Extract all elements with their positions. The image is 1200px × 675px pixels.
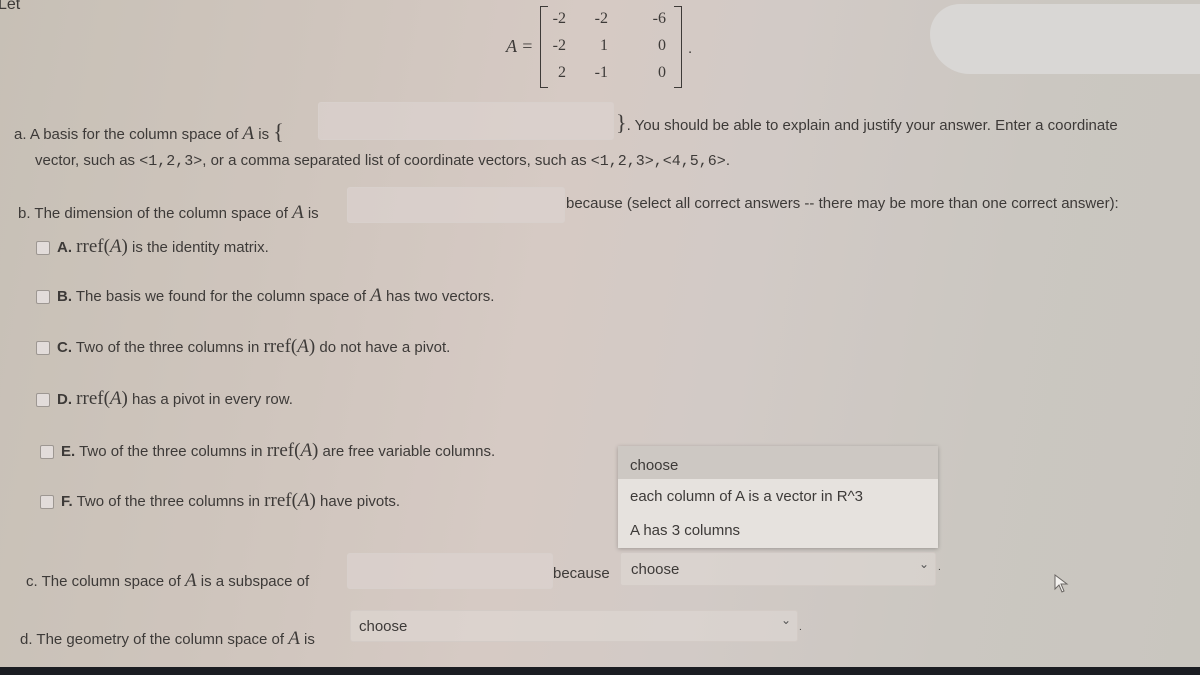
part-c-because: because <box>553 565 610 582</box>
option-letter: F. <box>61 493 73 510</box>
var-A: A <box>184 570 197 591</box>
option-letter: B. <box>57 288 72 305</box>
dimension-input[interactable] <box>347 187 565 223</box>
taskbar-edge <box>0 667 1200 675</box>
example-single-vector: <1,2,3> <box>139 153 203 170</box>
part-c-prefix: c. The column space of <box>26 573 181 590</box>
part-c-suffix: is a subspace of <box>200 573 310 590</box>
part-a-example-line: vector, such as <1,2,3>, or a comma sepa… <box>35 152 730 170</box>
option-text: are free variable columns. <box>318 443 496 460</box>
checkbox-C[interactable] <box>36 341 50 356</box>
matrix-cell: -6 <box>652 10 666 27</box>
part-d-prefix: d. The geometry of the column space of <box>20 631 285 648</box>
part-b-prompt: b. The dimension of the column space of … <box>18 202 319 224</box>
matrix-cell: 0 <box>658 37 666 54</box>
chevron-down-icon: ⌄ <box>780 613 791 627</box>
var-A: A <box>297 336 309 357</box>
part-b-because: because (select all correct answers -- t… <box>566 195 1119 212</box>
option-text: have pivots. <box>315 493 401 510</box>
matrix-cell: -2 <box>552 37 566 54</box>
part-c-trailing: . <box>938 562 941 573</box>
var-A: A <box>292 202 304 223</box>
rref-text: rref( <box>76 388 110 409</box>
rref-text: rref( <box>264 490 298 511</box>
option-A[interactable]: A. rref(A) is the identity matrix. <box>36 236 269 258</box>
option-text: The basis we found for the column space … <box>72 288 371 305</box>
matrix-cell: -2 <box>552 10 566 27</box>
checkbox-A[interactable] <box>36 241 50 256</box>
example-vector-list: <1,2,3>,<4,5,6> <box>590 153 726 170</box>
dropdown-option[interactable]: A has 3 columns <box>630 522 740 539</box>
part-a-suffix: . You should be able to explain and just… <box>626 117 1118 134</box>
rref-text: rref( <box>76 236 110 257</box>
option-letter: A. <box>57 239 72 256</box>
reason-select-value: choose <box>631 561 680 578</box>
option-letter: C. <box>57 339 72 356</box>
option-text: do not have a pivot. <box>315 339 451 356</box>
var-A: A <box>370 285 382 306</box>
option-B[interactable]: B. The basis we found for the column spa… <box>36 285 494 307</box>
checkbox-D[interactable] <box>36 393 50 408</box>
geometry-select-value: choose <box>359 618 408 635</box>
option-text: Two of the three columns in <box>72 339 264 356</box>
example-prefix: vector, such as <box>35 152 136 169</box>
matrix-cell: -2 <box>594 10 608 27</box>
var-A: A <box>288 628 300 649</box>
part-d-trailing: . <box>799 622 802 633</box>
checkbox-F[interactable] <box>40 495 54 510</box>
dropdown-option[interactable]: choose <box>630 457 678 474</box>
option-C[interactable]: C. Two of the three columns in rref(A) d… <box>36 336 450 358</box>
part-b-is: is <box>307 205 319 222</box>
intro-text: Let <box>0 0 21 13</box>
part-b-prefix: b. The dimension of the column space of <box>18 205 288 222</box>
option-text: has two vectors. <box>381 288 495 305</box>
option-E[interactable]: E. Two of the three columns in rref(A) a… <box>40 440 495 462</box>
var-A: A <box>300 440 313 461</box>
matrix-right-bracket <box>674 6 682 88</box>
open-brace: { <box>273 119 284 144</box>
dropdown-option[interactable]: each column of A is a vector in R^3 <box>630 488 863 505</box>
var-A: A <box>297 490 310 511</box>
option-text: Two of the three columns in <box>75 443 267 460</box>
option-text: is the identity matrix. <box>127 239 269 256</box>
matrix-A: -2 -2 -6 -2 1 0 2 -1 0 <box>540 6 682 88</box>
option-D[interactable]: D. rref(A) has a pivot in every row. <box>36 388 293 410</box>
redaction-overlay <box>930 4 1200 74</box>
rref-text: rref( <box>263 336 298 357</box>
part-c-prompt: c. The column space of A is a subspace o… <box>26 570 309 592</box>
reason-dropdown-menu: choose each column of A is a vector in R… <box>618 446 938 548</box>
option-text: Two of the three columns in <box>72 493 265 510</box>
matrix-cell: 1 <box>600 37 608 54</box>
example-end: . <box>725 152 730 169</box>
matrix-cell: 0 <box>658 64 666 81</box>
part-a-prefix: a. A basis for the column space of <box>14 126 239 143</box>
option-letter: D. <box>57 391 72 408</box>
matrix-cell: 2 <box>558 64 566 81</box>
part-a-prompt: a. A basis for the column space of A is … <box>14 119 284 145</box>
example-mid: , or a comma separated list of coordinat… <box>202 152 587 169</box>
subspace-input[interactable] <box>347 553 553 589</box>
var-A: A <box>242 123 255 144</box>
matrix-cell: -1 <box>594 64 608 81</box>
var-A: A <box>109 236 122 257</box>
geometry-select[interactable]: choose ⌄ <box>350 610 798 642</box>
close-brace: } <box>616 110 627 135</box>
matrix-trailing-period: . <box>688 40 693 57</box>
part-a-instructions: }. You should be able to explain and jus… <box>616 110 1118 136</box>
option-F[interactable]: F. Two of the three columns in rref(A) h… <box>40 490 400 512</box>
option-letter: E. <box>61 443 76 460</box>
basis-input[interactable] <box>318 102 614 140</box>
chevron-down-icon: ⌄ <box>918 557 929 571</box>
checkbox-B[interactable] <box>36 290 50 305</box>
reason-select[interactable]: choose ⌄ <box>620 552 936 586</box>
part-a-is: is <box>258 126 270 143</box>
mouse-pointer-icon <box>1054 574 1069 593</box>
var-A: A <box>109 388 122 409</box>
part-d-prompt: d. The geometry of the column space of A… <box>20 628 315 650</box>
part-d-is: is <box>304 631 315 648</box>
option-text: has a pivot in every row. <box>127 391 293 408</box>
rref-text: rref( <box>266 440 301 461</box>
checkbox-E[interactable] <box>40 445 54 460</box>
